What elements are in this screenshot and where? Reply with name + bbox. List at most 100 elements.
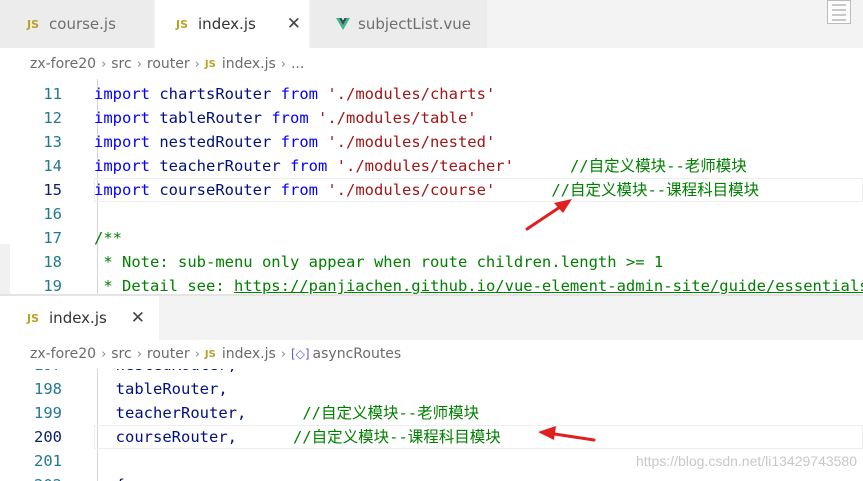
line-number: 201	[34, 452, 62, 470]
watermark: https://blog.csdn.net/li13429743580	[635, 453, 857, 469]
code-line[interactable]: 14 import teacherRouter from './modules/t…	[0, 154, 863, 178]
code-text: {	[97, 473, 125, 481]
code-text: * Note: sub-menu only appear when route …	[94, 250, 663, 274]
line-number: 199	[34, 404, 62, 422]
comment-token: /**	[94, 229, 122, 247]
code-text: tableRouter,	[97, 377, 228, 401]
js-file-icon: JS	[27, 311, 40, 325]
chevron-right-icon: ›	[136, 56, 142, 72]
identifier-token: nestedRouter	[150, 133, 281, 151]
code-line[interactable]: 18 * Note: sub-menu only appear when rou…	[0, 250, 863, 274]
line-number: 198	[34, 380, 62, 398]
minimap-icon[interactable]	[827, 0, 851, 24]
keyword-token: import	[94, 85, 150, 103]
identifier-token: courseRouter,	[97, 428, 293, 446]
tab-index-js[interactable]: JS index.js ✕	[155, 0, 310, 48]
keyword-token: import	[94, 109, 150, 127]
comment-token: //自定义模块--老师模块	[569, 157, 747, 175]
left-edge-strip	[0, 244, 10, 294]
line-number: 15	[43, 181, 62, 199]
js-file-icon: JS	[204, 58, 216, 70]
tab-index-js[interactable]: JS index.js ✕	[0, 296, 160, 340]
identifier-token: teacherRouter	[150, 157, 290, 175]
breadcrumb-item[interactable]: zx-fore20	[30, 56, 96, 72]
code-line[interactable]: 197 nestedRouter,	[0, 369, 863, 377]
tab-subjectlist-vue[interactable]: subjectList.vue	[310, 0, 488, 48]
chevron-right-icon: ›	[101, 56, 107, 72]
close-icon[interactable]: ✕	[287, 14, 301, 34]
breadcrumb-item[interactable]: ...	[291, 56, 304, 72]
top-tab-bar: JS course.js JS index.js ✕ subjectList.v…	[0, 0, 863, 48]
tab-label: course.js	[49, 15, 116, 33]
code-text: import courseRouter from './modules/cour…	[94, 178, 759, 202]
chevron-right-icon: ›	[194, 346, 200, 362]
string-token: './modules/table'	[318, 109, 477, 127]
identifier-token	[495, 181, 551, 199]
code-line[interactable]: 16	[0, 202, 863, 226]
identifier-token: tableRouter,	[97, 380, 228, 398]
symbol-icon: [◇]	[290, 347, 310, 361]
keyword-token: import	[94, 157, 150, 175]
breadcrumb-item[interactable]: asyncRoutes	[313, 346, 402, 362]
line-number: 200	[34, 428, 62, 446]
code-line[interactable]: 19 * Detail see: https://panjiachen.gith…	[0, 274, 863, 294]
identifier-token	[514, 157, 570, 175]
string-token: './modules/teacher'	[336, 157, 514, 175]
keyword-token: from	[280, 85, 318, 103]
comment-token: //自定义模块--课程科目模块	[292, 428, 501, 446]
breadcrumb-item[interactable]: index.js	[222, 56, 276, 72]
tab-label: index.js	[198, 15, 256, 33]
code-text: courseRouter, //自定义模块--课程科目模块	[97, 425, 501, 449]
line-number: 13	[43, 133, 62, 151]
breadcrumb-item[interactable]: src	[111, 346, 131, 362]
identifier-token: nestedRouter,	[97, 369, 237, 374]
top-code-editor[interactable]: 11 import chartsRouter from './modules/ch…	[0, 79, 863, 294]
identifier-token	[327, 157, 336, 175]
code-text: import tableRouter from './modules/table…	[94, 106, 477, 130]
code-line[interactable]: 200 courseRouter, //自定义模块--课程科目模块	[0, 425, 863, 449]
comment-token: * Note: sub-menu only appear when route …	[94, 253, 664, 271]
code-text: * Detail see: https://panjiachen.github.…	[94, 274, 863, 294]
code-line[interactable]: 199 teacherRouter, //自定义模块--老师模块	[0, 401, 863, 425]
code-text: import nestedRouter from './modules/nest…	[94, 130, 495, 154]
code-line[interactable]: 198 tableRouter,	[0, 377, 863, 401]
keyword-token: from	[280, 181, 318, 199]
chevron-right-icon: ›	[101, 346, 107, 362]
line-number: 14	[43, 157, 62, 175]
code-line[interactable]: 13 import nestedRouter from './modules/ne…	[0, 130, 863, 154]
code-text: nestedRouter,	[97, 369, 237, 377]
tab-label: subjectList.vue	[358, 15, 471, 33]
identifier-token: teacherRouter,	[97, 404, 303, 422]
code-line[interactable]: 17/**	[0, 226, 863, 250]
code-text: import teacherRouter from './modules/tea…	[94, 154, 747, 178]
tab-course-js[interactable]: JS course.js	[0, 0, 155, 48]
breadcrumb-item[interactable]: index.js	[222, 346, 276, 362]
keyword-token: from	[289, 157, 328, 175]
breadcrumb: zx-fore20 › src › router › JS index.js › [◇] a…	[0, 341, 863, 367]
code-line[interactable]: 202 {	[0, 473, 863, 481]
breadcrumb-item[interactable]: router	[147, 346, 190, 362]
code-line[interactable]: 15 import courseRouter from './modules/co…	[0, 178, 863, 202]
keyword-token: from	[280, 133, 318, 151]
bottom-tab-bar: JS index.js ✕	[0, 296, 863, 340]
js-file-icon: JS	[27, 17, 40, 31]
breadcrumb-item[interactable]: zx-fore20	[30, 346, 96, 362]
identifier-token	[318, 181, 327, 199]
comment-token: //自定义模块--课程科目模块	[551, 181, 760, 199]
breadcrumb-item[interactable]: router	[147, 56, 190, 72]
breadcrumb-item[interactable]: src	[111, 56, 131, 72]
keyword-token: import	[94, 133, 150, 151]
chevron-right-icon: ›	[136, 346, 142, 362]
comment-token: //自定义模块--老师模块	[302, 404, 480, 422]
js-file-icon: JS	[204, 348, 216, 360]
code-line[interactable]: 12 import tableRouter from './modules/tab…	[0, 106, 863, 130]
chevron-right-icon: ›	[194, 56, 200, 72]
code-text: teacherRouter, //自定义模块--老师模块	[97, 401, 479, 425]
link-token[interactable]: https://panjiachen.github.io/vue-element…	[234, 277, 863, 294]
close-icon[interactable]: ✕	[131, 308, 145, 328]
keyword-token: from	[271, 109, 309, 127]
string-token: './modules/course'	[327, 181, 496, 199]
chevron-right-icon: ›	[280, 346, 286, 362]
chevron-right-icon: ›	[280, 56, 286, 72]
code-line[interactable]: 11 import chartsRouter from './modules/ch…	[0, 82, 863, 106]
